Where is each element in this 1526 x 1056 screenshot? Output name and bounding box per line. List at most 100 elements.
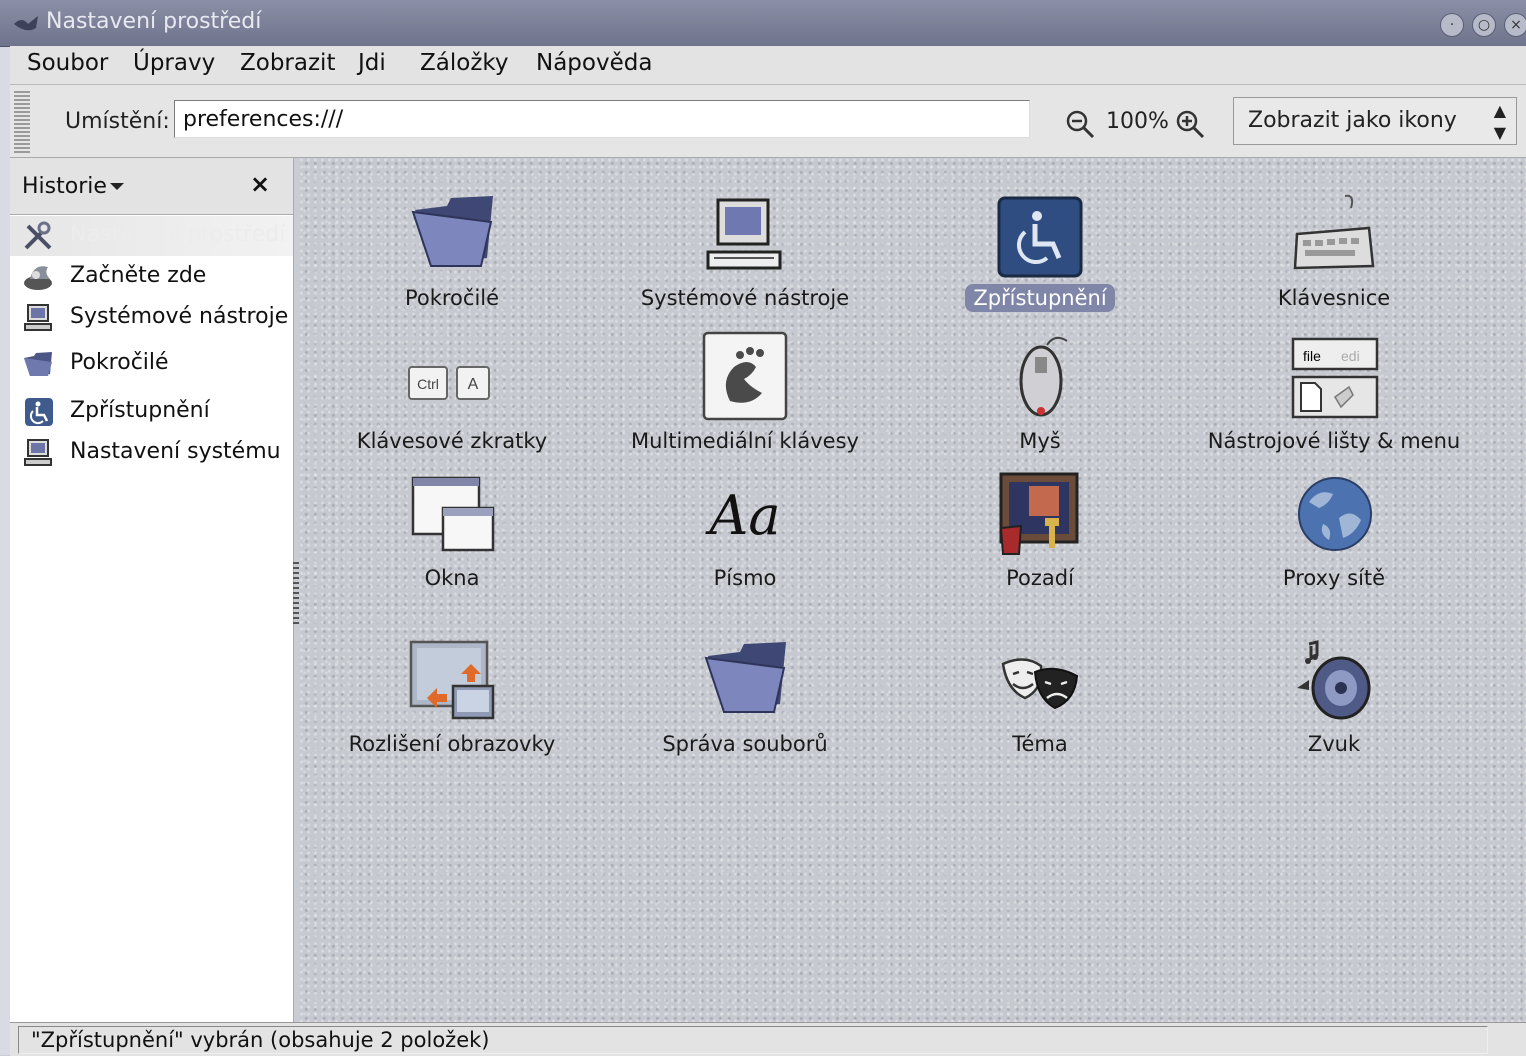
folder-icon (24, 352, 52, 376)
pref-item-label: Klávesové zkratky (356, 429, 548, 453)
pref-item-sprava-souboru[interactable]: Správa souborů (615, 634, 875, 774)
sidebar-header: Historie × (10, 158, 293, 215)
history-item-label: Zpřístupnění (70, 398, 210, 423)
pref-item-label: Téma (1012, 732, 1068, 756)
pref-item-tema[interactable]: Téma (910, 634, 1170, 774)
pref-item-label: Zpřístupnění (910, 284, 1170, 312)
history-item-label: Začněte zde (70, 263, 207, 288)
shortcut-key-ctrl: Ctrl (417, 376, 439, 392)
zoom-level: 100% (1106, 109, 1169, 134)
tools-icon (24, 221, 52, 250)
status-bar: "Zpřístupnění" vybrán (obsahuje 2 polože… (10, 1022, 1526, 1056)
menu-zobrazit[interactable]: Zobrazit (240, 50, 335, 76)
history-item-label: Nastavení prostředí (70, 222, 286, 247)
background-icon (999, 472, 1079, 555)
computer-icon (24, 304, 52, 331)
pref-item-pokrocile[interactable]: Pokročilé (322, 188, 582, 328)
pref-item-pozadi[interactable]: Pozadí (910, 468, 1170, 608)
menubar: Soubor Úpravy Zobrazit Jdi Záložky Nápov… (10, 46, 1526, 85)
history-item-label: Systémové nástroje (70, 304, 289, 329)
accessibility-icon (25, 398, 53, 426)
globe-icon (1298, 477, 1372, 551)
shortcuts-icon: Ctrl A (408, 366, 490, 400)
font-sample-glyph: Aa (704, 484, 780, 547)
menu-zalozky[interactable]: Záložky (420, 50, 509, 76)
pane-resize-handle[interactable] (293, 560, 299, 624)
title-bar[interactable]: Nastavení prostředí · ○ × (0, 0, 1526, 47)
toolbar-menu-edit: edi (1341, 348, 1360, 364)
pref-item-okna[interactable]: Okna (322, 468, 582, 608)
toolbar-menu-file: file (1303, 348, 1321, 364)
pref-item-label: Multimediální klávesy (631, 429, 859, 453)
pref-item-systemove-nastroje[interactable]: Systémové nástroje (615, 188, 875, 328)
view-as-value: Zobrazit jako ikony (1248, 108, 1457, 133)
pref-item-label: Rozlišení obrazovky (348, 732, 556, 756)
pref-item-label: Pozadí (1006, 566, 1074, 590)
chevron-down-icon[interactable] (110, 183, 124, 190)
pref-item-rozliseni-obrazovky[interactable]: Rozlišení obrazovky (322, 634, 582, 774)
multimedia-keys-icon (702, 331, 788, 421)
toolbar-icon: file edi (1291, 337, 1379, 419)
pref-item-zvuk[interactable]: Zvuk (1204, 634, 1464, 774)
history-item[interactable]: Pokročilé (10, 344, 293, 384)
location-input[interactable]: preferences:/// (174, 100, 1030, 138)
history-item[interactable]: Začněte zde (10, 257, 293, 297)
view-as-select[interactable]: Zobrazit jako ikony ▲ ▼ (1233, 97, 1517, 145)
font-icon: Aa (704, 484, 780, 547)
pref-item-label: Okna (424, 566, 480, 590)
pref-item-proxy-site[interactable]: Proxy sítě (1204, 468, 1464, 608)
history-item-label: Pokročilé (70, 350, 169, 375)
pref-item-label: Myš (1019, 429, 1061, 453)
zoom-in-icon[interactable] (1175, 109, 1205, 139)
menu-jdi[interactable]: Jdi (358, 50, 386, 76)
pref-item-label: Klávesnice (1277, 286, 1391, 310)
history-item-label: Nastavení systému (70, 439, 281, 464)
mouse-icon (1019, 336, 1068, 417)
pref-item-nastrojove-listy[interactable]: file edi Nástrojové lišty & menu (1204, 331, 1464, 471)
pref-item-pismo[interactable]: Aa Písmo (615, 468, 875, 608)
pref-item-multimedialni-klavesy[interactable]: Multimediální klávesy (615, 331, 875, 471)
pref-item-label: Pokročilé (404, 286, 500, 310)
history-item[interactable]: Zpřístupnění (10, 392, 293, 432)
pref-item-label: Písmo (713, 566, 777, 590)
toolbar-grip[interactable] (14, 89, 30, 153)
folder-icon (704, 642, 786, 713)
icon-view: Pokročilé Systémové nástroje Zpřístupněn… (300, 158, 1526, 1022)
maximize-button[interactable]: ○ (1472, 13, 1496, 37)
pref-item-mys[interactable]: Myš (910, 331, 1170, 471)
start-here-icon (24, 266, 52, 290)
menu-upravy[interactable]: Úpravy (133, 50, 215, 76)
history-item[interactable]: Nastavení prostředí (10, 216, 293, 256)
computer-icon (706, 198, 782, 270)
theme-masks-icon (1001, 658, 1079, 710)
pref-item-klavesnice[interactable]: Klávesnice (1204, 188, 1464, 328)
pref-item-klavesove-zkratky[interactable]: Ctrl A Klávesové zkratky (322, 331, 582, 471)
pref-item-label: Správa souborů (662, 732, 828, 756)
history-item[interactable]: Systémové nástroje (10, 298, 293, 338)
menu-napoveda[interactable]: Nápověda (536, 50, 652, 76)
shortcut-key-a: A (468, 376, 479, 393)
menu-soubor[interactable]: Soubor (27, 50, 108, 76)
pref-item-label: Proxy sítě (1282, 566, 1386, 590)
zoom-out-icon[interactable] (1065, 109, 1095, 139)
screen-resolution-icon (409, 640, 495, 720)
history-sidebar: Historie × Nastavení prostředí Začněte z… (10, 158, 294, 1022)
keyboard-icon (1293, 194, 1375, 270)
select-arrows-icon: ▲ ▼ (1493, 101, 1506, 142)
folder-icon (411, 196, 493, 267)
close-window-button[interactable]: × (1504, 13, 1526, 37)
background-window-edge (0, 46, 10, 1055)
pref-item-label: Nástrojové lišty & menu (1207, 429, 1461, 453)
computer-icon (24, 439, 52, 466)
sidebar-close-button[interactable]: × (250, 170, 270, 198)
status-text: "Zpřístupnění" vybrán (obsahuje 2 polože… (18, 1026, 1488, 1054)
speaker-icon (1297, 640, 1371, 720)
window-menu-icon[interactable] (12, 10, 42, 36)
location-bar: Umístění: preferences:/// 100% Zobrazit … (10, 85, 1526, 158)
history-item[interactable]: Nastavení systému (10, 433, 293, 473)
pref-item-label: Systémové nástroje (640, 286, 850, 310)
minimize-button[interactable]: · (1440, 13, 1464, 37)
location-label: Umístění: (65, 109, 170, 134)
sidebar-title[interactable]: Historie (22, 174, 107, 199)
pref-item-zpristupneni[interactable]: Zpřístupnění (910, 188, 1170, 328)
